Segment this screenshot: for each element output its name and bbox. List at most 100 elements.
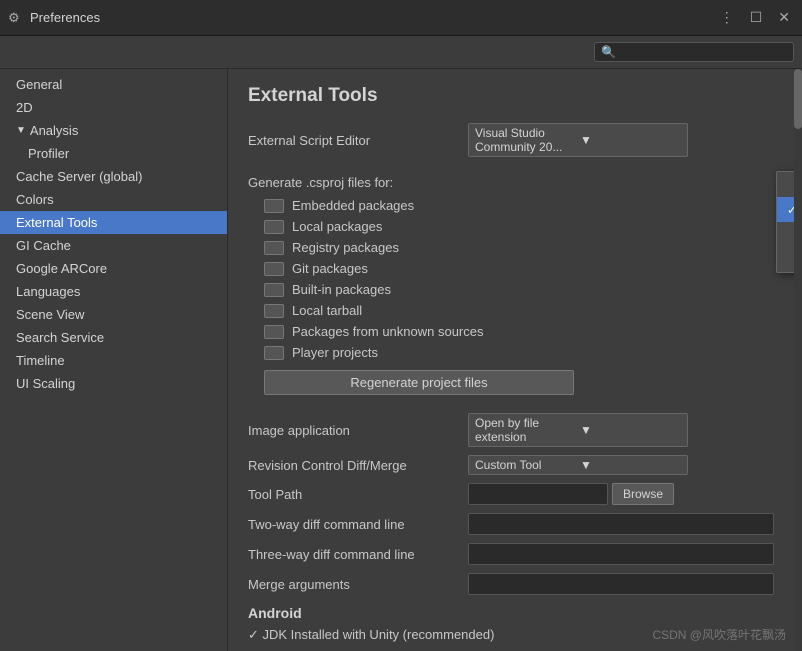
sidebar-item-gi-cache[interactable]: GI Cache — [0, 234, 227, 257]
sidebar-label-languages: Languages — [16, 284, 80, 299]
sidebar-item-google-arcore[interactable]: Google ARCore — [0, 257, 227, 280]
sidebar-label-profiler: Profiler — [28, 146, 69, 161]
two-way-diff-row: Two-way diff command line — [248, 513, 774, 535]
sidebar-label-2d: 2D — [16, 100, 33, 115]
image-app-row: Image application Open by file extension… — [248, 413, 774, 447]
three-way-diff-row: Three-way diff command line — [248, 543, 774, 565]
revision-control-dropdown[interactable]: Custom Tool ▼ — [468, 455, 688, 475]
sidebar-item-2d[interactable]: 2D — [0, 96, 227, 119]
popup-item-open-by-ext[interactable]: Open by file extension — [777, 172, 794, 197]
sidebar-label-google-arcore: Google ARCore — [16, 261, 107, 276]
sidebar-label-scene-view: Scene View — [16, 307, 84, 322]
sidebar-label-gi-cache: GI Cache — [16, 238, 71, 253]
script-editor-dropdown-arrow-icon: ▼ — [580, 133, 681, 147]
scroll-track[interactable] — [794, 69, 802, 651]
image-app-dropdown-arrow-icon: ▼ — [580, 423, 681, 437]
image-app-dropdown[interactable]: Open by file extension ▼ — [468, 413, 688, 447]
merge-args-input[interactable] — [468, 573, 774, 595]
sidebar-item-ui-scaling[interactable]: UI Scaling — [0, 372, 227, 395]
sidebar-item-timeline[interactable]: Timeline — [0, 349, 227, 372]
sidebar: General 2D ▼ Analysis Profiler Cache Ser… — [0, 69, 228, 651]
player-projects-checkbox[interactable] — [264, 346, 284, 360]
unknown-sources-checkbox[interactable] — [264, 325, 284, 339]
checkbox-git-packages: Git packages — [248, 259, 774, 278]
registry-packages-label: Registry packages — [292, 240, 399, 255]
sidebar-label-external-tools: External Tools — [16, 215, 97, 230]
close-icon[interactable]: ✕ — [774, 7, 794, 28]
search-input-wrap[interactable]: 🔍 — [594, 42, 794, 62]
tool-path-label: Tool Path — [248, 487, 468, 502]
two-way-diff-label: Two-way diff command line — [248, 517, 468, 532]
preferences-icon: ⚙ — [8, 10, 24, 26]
script-editor-row: External Script Editor Visual Studio Com… — [248, 123, 774, 157]
checkbox-local-tarball: Local tarball — [248, 301, 774, 320]
two-way-diff-input[interactable] — [468, 513, 774, 535]
three-way-diff-input[interactable] — [468, 543, 774, 565]
content-area: External Tools External Script Editor Vi… — [228, 69, 794, 651]
generate-label: Generate .csproj files for: — [248, 175, 774, 190]
local-packages-checkbox[interactable] — [264, 220, 284, 234]
sidebar-item-analysis[interactable]: ▼ Analysis — [0, 119, 227, 142]
embedded-packages-label: Embedded packages — [292, 198, 414, 213]
regenerate-button[interactable]: Regenerate project files — [264, 370, 574, 395]
builtin-packages-checkbox[interactable] — [264, 283, 284, 297]
merge-args-label: Merge arguments — [248, 577, 468, 592]
checkbox-builtin-packages: Built-in packages — [248, 280, 774, 299]
main-layout: General 2D ▼ Analysis Profiler Cache Ser… — [0, 69, 802, 651]
checkbox-local-packages: Local packages — [248, 217, 774, 236]
revision-control-dropdown-arrow-icon: ▼ — [580, 458, 681, 472]
three-way-diff-label: Three-way diff command line — [248, 547, 468, 562]
analysis-arrow-icon: ▼ — [16, 125, 26, 136]
sidebar-item-external-tools[interactable]: External Tools — [0, 211, 227, 234]
sidebar-item-colors[interactable]: Colors — [0, 188, 227, 211]
sidebar-item-general[interactable]: General — [0, 73, 227, 96]
popup-item-vs-community-2022[interactable]: ✓ Visual Studio Community 2022 — [777, 197, 794, 222]
local-tarball-checkbox[interactable] — [264, 304, 284, 318]
script-editor-dropdown[interactable]: Visual Studio Community 20... ▼ — [468, 123, 688, 157]
registry-packages-checkbox[interactable] — [264, 241, 284, 255]
sidebar-label-timeline: Timeline — [16, 353, 65, 368]
popup-item-vs-professional-2019[interactable]: Visual Studio Professional 2019 — [777, 222, 794, 247]
tool-path-input[interactable] — [468, 483, 608, 505]
checkbox-registry-packages: Registry packages — [248, 238, 774, 257]
sidebar-label-ui-scaling: UI Scaling — [16, 376, 75, 391]
git-packages-label: Git packages — [292, 261, 368, 276]
maximize-icon[interactable]: ☐ — [746, 7, 767, 28]
revision-control-label: Revision Control Diff/Merge — [248, 458, 468, 473]
title-bar: ⚙ Preferences ⋮ ☐ ✕ — [0, 0, 802, 36]
checkbox-unknown-sources: Packages from unknown sources — [248, 322, 774, 341]
search-bar-area: 🔍 — [0, 36, 802, 69]
revision-control-row: Revision Control Diff/Merge Custom Tool … — [248, 455, 774, 475]
sidebar-label-search-service: Search Service — [16, 330, 104, 345]
sidebar-label-analysis: Analysis — [30, 123, 78, 138]
sidebar-item-search-service[interactable]: Search Service — [0, 326, 227, 349]
sidebar-item-scene-view[interactable]: Scene View — [0, 303, 227, 326]
image-app-label: Image application — [248, 423, 468, 438]
sidebar-item-languages[interactable]: Languages — [0, 280, 227, 303]
vs2022-check-icon: ✓ — [787, 203, 794, 217]
scroll-thumb[interactable] — [794, 69, 802, 129]
window-title: Preferences — [30, 10, 100, 25]
sidebar-item-cache-server[interactable]: Cache Server (global) — [0, 165, 227, 188]
sidebar-label-colors: Colors — [16, 192, 54, 207]
sidebar-label-general: General — [16, 77, 62, 92]
script-editor-label: External Script Editor — [248, 133, 468, 148]
tool-path-browse-button[interactable]: Browse — [612, 483, 674, 505]
script-editor-value: Visual Studio Community 20... — [475, 126, 576, 154]
android-title: Android — [248, 605, 774, 621]
merge-args-row: Merge arguments — [248, 573, 774, 595]
unknown-sources-label: Packages from unknown sources — [292, 324, 483, 339]
sidebar-label-cache-server: Cache Server (global) — [16, 169, 142, 184]
checkbox-player-projects: Player projects — [248, 343, 774, 362]
checkbox-embedded-packages: Embedded packages — [248, 196, 774, 215]
search-icon: 🔍 — [601, 45, 616, 59]
search-input[interactable] — [620, 45, 787, 59]
embedded-packages-checkbox[interactable] — [264, 199, 284, 213]
git-packages-checkbox[interactable] — [264, 262, 284, 276]
sidebar-item-profiler[interactable]: Profiler — [0, 142, 227, 165]
revision-control-value: Custom Tool — [475, 458, 576, 472]
popup-item-browse[interactable]: Browse... — [777, 247, 794, 272]
menu-icon[interactable]: ⋮ — [716, 7, 738, 28]
script-editor-dropdown-popup: Open by file extension ✓ Visual Studio C… — [776, 171, 794, 273]
image-app-value: Open by file extension — [475, 416, 576, 444]
